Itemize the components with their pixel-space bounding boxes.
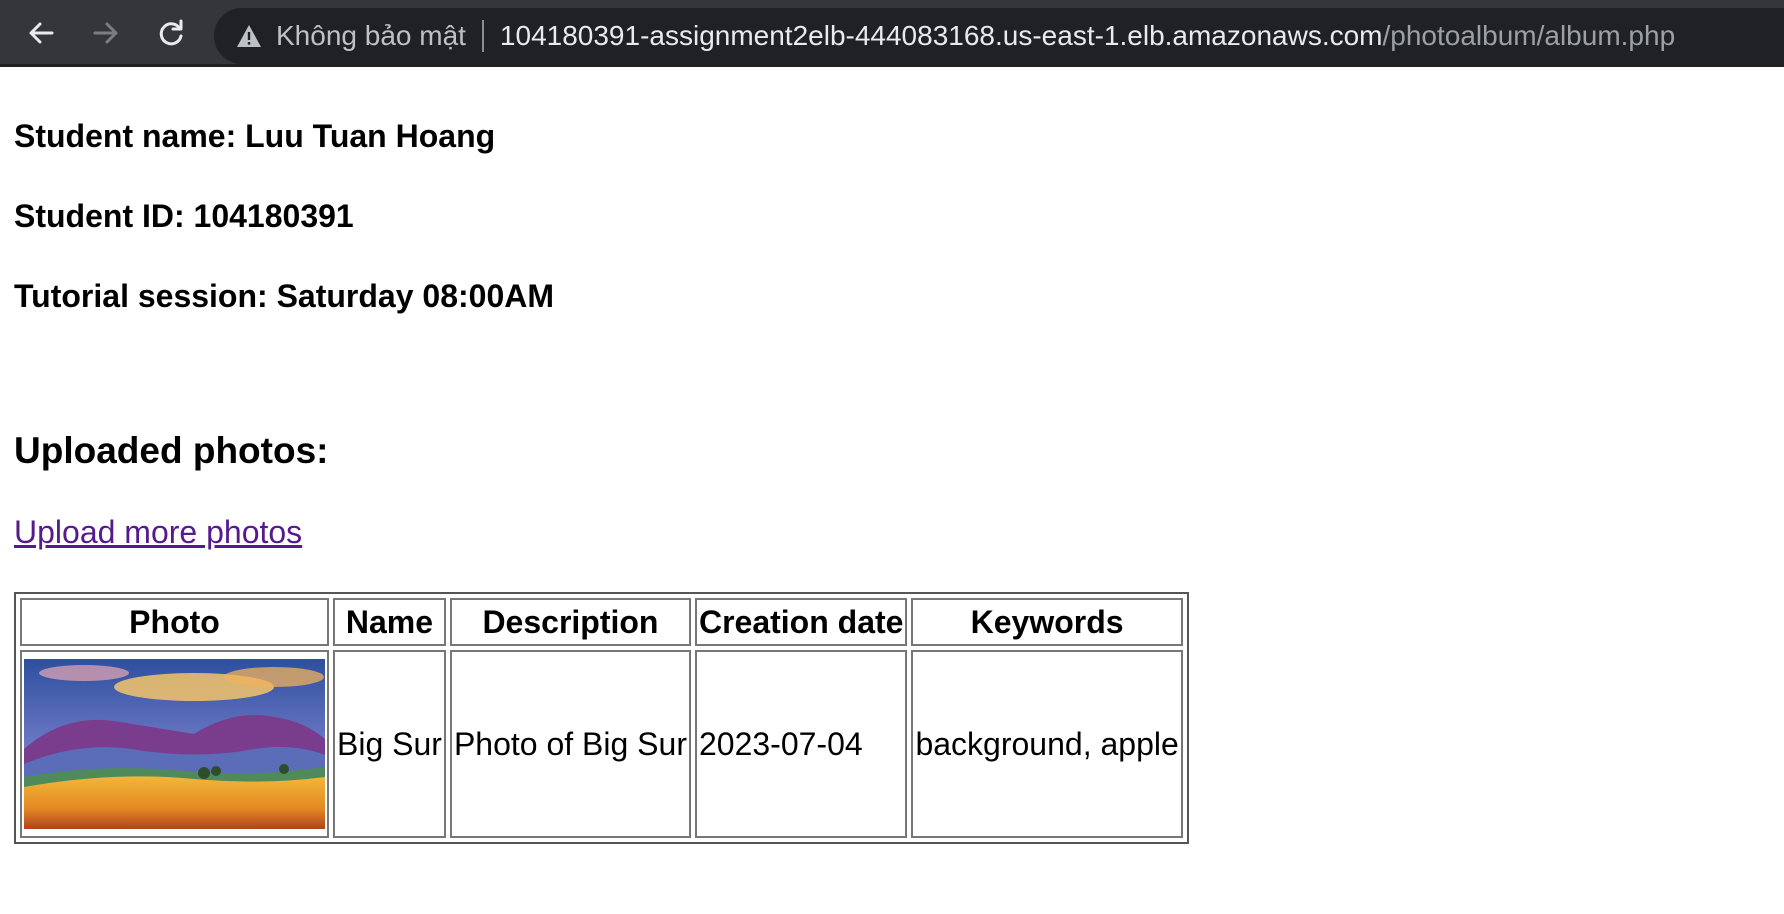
- header-creation-date: Creation date: [694, 598, 908, 646]
- back-button[interactable]: [18, 10, 64, 56]
- header-description: Description: [449, 598, 691, 646]
- forward-button[interactable]: [83, 10, 129, 56]
- photo-thumbnail[interactable]: [24, 659, 325, 829]
- student-name: Student name: Luu Tuan Hoang: [14, 118, 496, 154]
- cell-keywords: background, apple: [911, 650, 1183, 838]
- student-id: Student ID: 104180391: [14, 198, 354, 234]
- address-bar[interactable]: Không bảo mật 104180391-assignment2elb-4…: [214, 8, 1784, 64]
- address-divider: [481, 20, 484, 52]
- table-row: Big Sur Photo of Big Sur 2023-07-04 back…: [20, 650, 1183, 838]
- url-host[interactable]: 104180391-assignment2elb-444083168.us-ea…: [500, 20, 1383, 52]
- security-status-label[interactable]: Không bảo mật: [276, 20, 466, 52]
- tutorial-session: Tutorial session: Saturday 08:00AM: [14, 278, 554, 314]
- reload-button[interactable]: [148, 10, 194, 56]
- header-name: Name: [333, 598, 446, 646]
- browser-toolbar: Không bảo mật 104180391-assignment2elb-4…: [0, 0, 1784, 67]
- cell-name: Big Sur: [333, 650, 446, 838]
- reload-icon: [159, 19, 183, 46]
- uploaded-photos-heading: Uploaded photos:: [14, 430, 329, 471]
- header-keywords: Keywords: [911, 598, 1183, 646]
- header-photo: Photo: [20, 598, 329, 646]
- warning-icon[interactable]: [236, 24, 262, 48]
- table-header-row: Photo Name Description Creation date Key…: [20, 598, 1183, 646]
- photos-table: Photo Name Description Creation date Key…: [14, 592, 1189, 844]
- cell-creation-date: 2023-07-04: [694, 650, 908, 838]
- back-arrow-icon: [29, 22, 54, 44]
- cell-description: Photo of Big Sur: [449, 650, 691, 838]
- upload-more-photos-link[interactable]: Upload more photos: [14, 514, 302, 551]
- url-path[interactable]: /photoalbum/album.php: [1383, 20, 1676, 52]
- forward-arrow-icon: [93, 22, 118, 44]
- cell-photo: [20, 650, 329, 838]
